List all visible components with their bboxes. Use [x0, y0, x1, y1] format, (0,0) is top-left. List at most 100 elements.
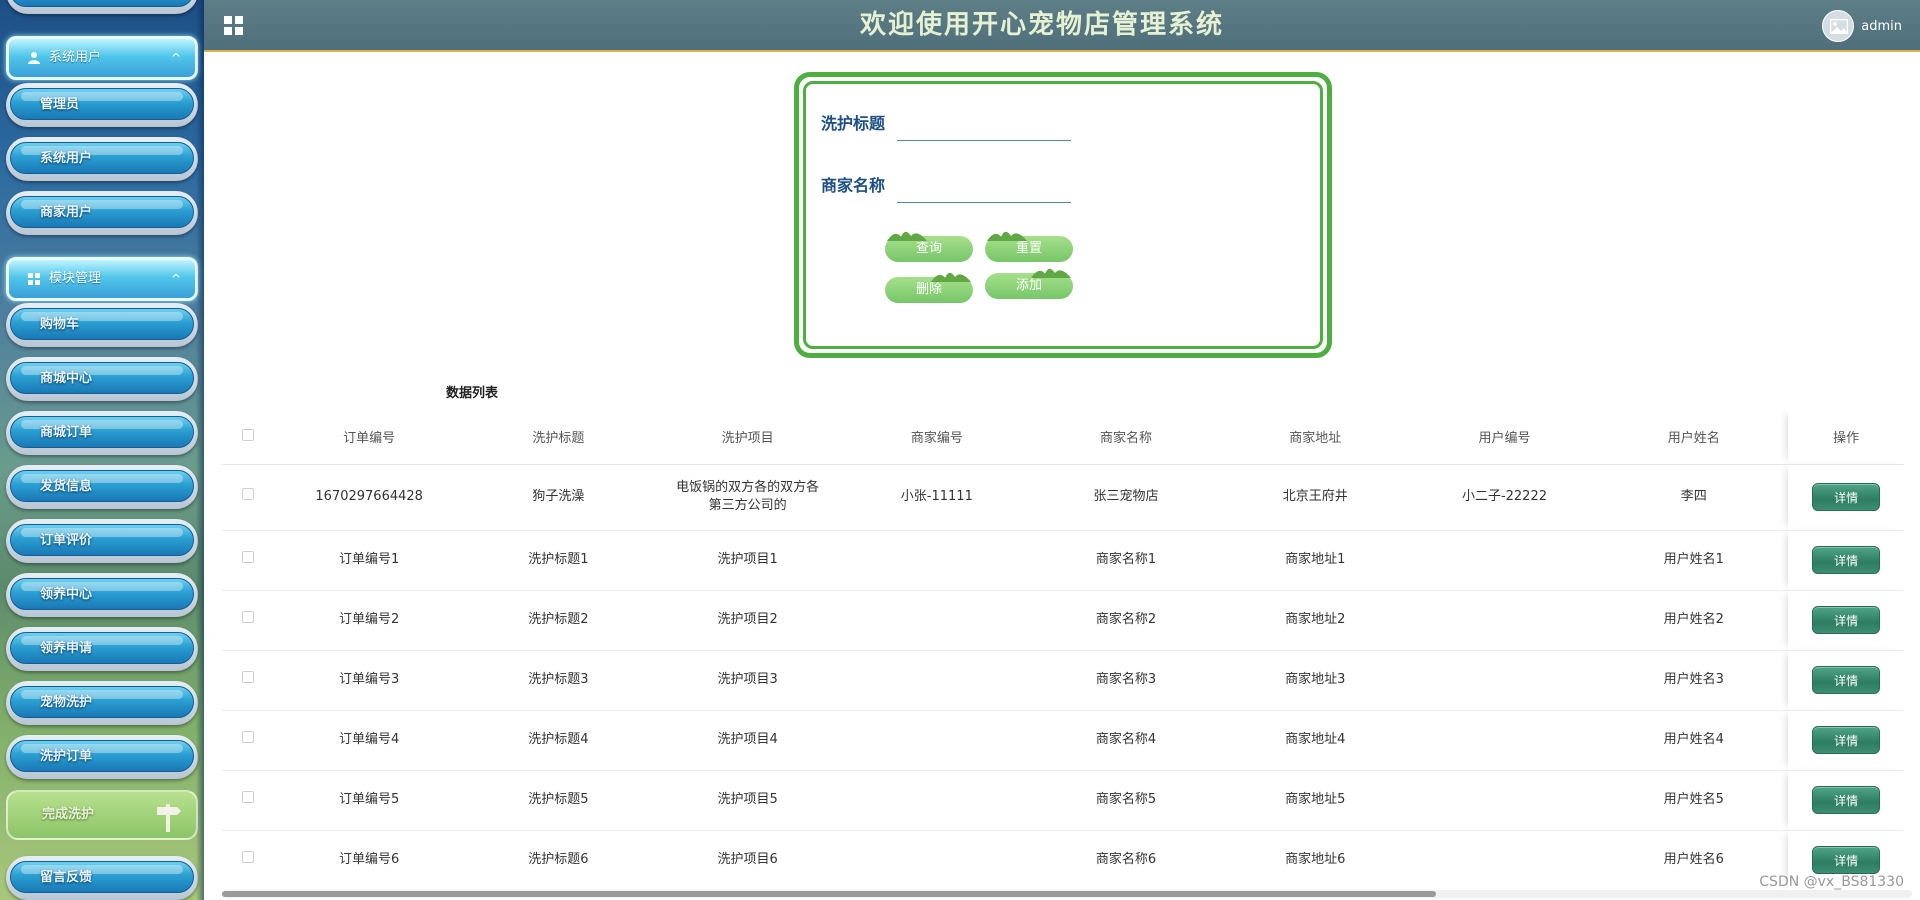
row-checkbox[interactable]: [242, 671, 255, 683]
leaf-icon: [987, 231, 1027, 241]
sidebar-item-label: 系统用户: [40, 151, 93, 166]
add-button[interactable]: 添加: [985, 268, 1073, 299]
horizontal-scrollbar[interactable]: [222, 890, 1912, 898]
scrollbar-thumb[interactable]: [222, 891, 1436, 897]
detail-button[interactable]: 详情: [1812, 483, 1881, 511]
sidebar-item-top[interactable]: [6, 0, 198, 14]
table-cell: 用户姓名3: [1599, 650, 1789, 711]
sidebar-item-label: 商家用户: [40, 205, 93, 220]
table-cell: [842, 710, 1032, 771]
sidebar-group-modules[interactable]: 模块管理 ^: [6, 257, 198, 301]
select-all-checkbox[interactable]: [242, 428, 255, 441]
table-cell: 商家名称6: [1031, 830, 1221, 890]
table-row[interactable]: 订单编号1 洗护标题1 洗护项目1 商家名称1 商家地址1 用户姓名1 详情: [222, 530, 1904, 591]
sidebar-item-label: 完成洗护: [42, 807, 95, 822]
row-checkbox[interactable]: [242, 488, 255, 500]
column-header[interactable]: 用户姓名: [1599, 410, 1789, 465]
column-header[interactable]: 商家名称: [1031, 410, 1221, 465]
search-panel: 洗护标题 商家名称 查询 重置 删除 添加: [794, 72, 1332, 358]
title-field[interactable]: [897, 115, 1071, 141]
table-cell: 订单编号3: [274, 650, 464, 711]
watermark: CSDN @vx_BS81330: [1759, 874, 1904, 890]
sidebar-item-merchant-users[interactable]: 商家用户: [6, 191, 198, 235]
sidebar-group-system-users[interactable]: 系统用户 ^: [6, 36, 198, 80]
delete-button[interactable]: 删除: [885, 272, 973, 303]
sidebar-item-mall-orders[interactable]: 商城订单: [6, 411, 198, 455]
username[interactable]: admin: [1861, 0, 1902, 54]
detail-button[interactable]: 详情: [1812, 786, 1881, 814]
sidebar-item-label: 留言反馈: [40, 870, 93, 885]
row-checkbox[interactable]: [242, 851, 255, 863]
row-checkbox[interactable]: [242, 611, 255, 623]
table-cell: [842, 650, 1032, 711]
actions-cell: 详情: [1788, 530, 1904, 591]
detail-button[interactable]: 详情: [1812, 666, 1881, 694]
table-cell: 商家地址3: [1220, 650, 1410, 711]
table-cell: [1409, 710, 1600, 771]
sidebar-item-shipping[interactable]: 发货信息: [6, 465, 198, 509]
leaf-icon: [931, 272, 971, 282]
sidebar-item-label: 购物车: [40, 317, 80, 332]
sidebar-item-pet-grooming[interactable]: 宠物洗护: [6, 681, 198, 725]
sidebar-item-grooming-orders[interactable]: 洗护订单: [6, 735, 198, 779]
column-header[interactable]: 用户编号: [1409, 410, 1600, 465]
column-header[interactable]: 洗护标题: [463, 410, 653, 465]
table-cell: [1409, 650, 1600, 711]
table-cell: 商家地址2: [1220, 590, 1410, 651]
user-icon: [28, 52, 40, 64]
table-cell: 订单编号1: [274, 530, 464, 591]
table-cell: 商家地址4: [1220, 710, 1410, 771]
row-checkbox[interactable]: [242, 551, 255, 563]
table-row[interactable]: 1670297664428 狗子洗澡 电饭锅的双方各的双方各第三方公司的 小张-111…: [222, 464, 1904, 531]
avatar[interactable]: [1822, 10, 1854, 42]
column-header[interactable]: 商家编号: [842, 410, 1032, 465]
table-cell: 商家名称3: [1031, 650, 1221, 711]
sidebar-item-label: 商城中心: [40, 371, 93, 386]
table-row[interactable]: 订单编号4 洗护标题4 洗护项目4 商家名称4 商家地址4 用户姓名4 详情: [222, 710, 1904, 771]
chevron-up-icon: ^: [170, 51, 181, 65]
data-table-container[interactable]: 订单编号 洗护标题 洗护项目 商家编号 商家名称 商家地址 用户编号 用户姓名 …: [222, 410, 1904, 890]
sidebar: 系统用户 ^ 管理员 系统用户 商家用户 模块管理 ^ 购物车 商城中心 商城订…: [0, 0, 204, 900]
table-cell: 电饭锅的双方各的双方各第三方公司的: [653, 464, 843, 531]
sidebar-item-cart[interactable]: 购物车: [6, 303, 198, 347]
table-cell: 狗子洗澡: [463, 464, 653, 531]
sidebar-item-adoption-requests[interactable]: 领养申请: [6, 627, 198, 671]
row-checkbox[interactable]: [242, 791, 255, 803]
table-cell: 洗护标题4: [463, 710, 653, 771]
sidebar-item-mall-center[interactable]: 商城中心: [6, 357, 198, 401]
sidebar-item-label: 商城订单: [40, 425, 93, 440]
sidebar-item-admin[interactable]: 管理员: [6, 83, 198, 127]
merchant-field[interactable]: [897, 177, 1071, 203]
table-row[interactable]: 订单编号6 洗护标题6 洗护项目6 商家名称6 商家地址6 用户姓名6 详情: [222, 830, 1904, 890]
detail-button[interactable]: 详情: [1812, 726, 1881, 754]
table-row[interactable]: 订单编号3 洗护标题3 洗护项目3 商家名称3 商家地址3 用户姓名3 详情: [222, 650, 1904, 711]
column-header[interactable]: 订单编号: [274, 410, 464, 465]
query-button[interactable]: 查询: [885, 231, 973, 262]
sidebar-item-system-users[interactable]: 系统用户: [6, 137, 198, 181]
actions-cell: 详情: [1788, 710, 1904, 771]
table-cell: [1409, 530, 1600, 591]
table-cell: 商家地址6: [1220, 830, 1410, 890]
table-cell: [842, 770, 1032, 831]
sidebar-item-label: 宠物洗护: [40, 695, 93, 710]
detail-button[interactable]: 详情: [1812, 846, 1881, 874]
detail-button[interactable]: 详情: [1812, 606, 1881, 634]
sidebar-item-feedback[interactable]: 留言反馈: [6, 856, 198, 900]
table-header-row: 订单编号 洗护标题 洗护项目 商家编号 商家名称 商家地址 用户编号 用户姓名 …: [222, 410, 1904, 465]
row-checkbox[interactable]: [242, 731, 255, 743]
detail-button[interactable]: 详情: [1812, 546, 1881, 574]
table-cell: 商家名称4: [1031, 710, 1221, 771]
reset-button[interactable]: 重置: [985, 231, 1073, 262]
table-cell: 北京王府井: [1220, 464, 1410, 531]
column-header[interactable]: 商家地址: [1220, 410, 1410, 465]
sidebar-item-completed-grooming[interactable]: 完成洗护: [6, 790, 198, 840]
table-cell: 洗护项目4: [653, 710, 843, 771]
top-header: 欢迎使用开心宠物店管理系统 admin: [204, 0, 1920, 52]
table-cell: 小张-11111: [842, 464, 1032, 531]
column-header[interactable]: 洗护项目: [653, 410, 843, 465]
sidebar-group-label: 系统用户: [49, 50, 102, 65]
table-row[interactable]: 订单编号5 洗护标题5 洗护项目5 商家名称5 商家地址5 用户姓名5 详情: [222, 770, 1904, 831]
sidebar-item-order-reviews[interactable]: 订单评价: [6, 519, 198, 563]
table-row[interactable]: 订单编号2 洗护标题2 洗护项目2 商家名称2 商家地址2 用户姓名2 详情: [222, 590, 1904, 651]
sidebar-item-adoption-center[interactable]: 领养中心: [6, 573, 198, 617]
